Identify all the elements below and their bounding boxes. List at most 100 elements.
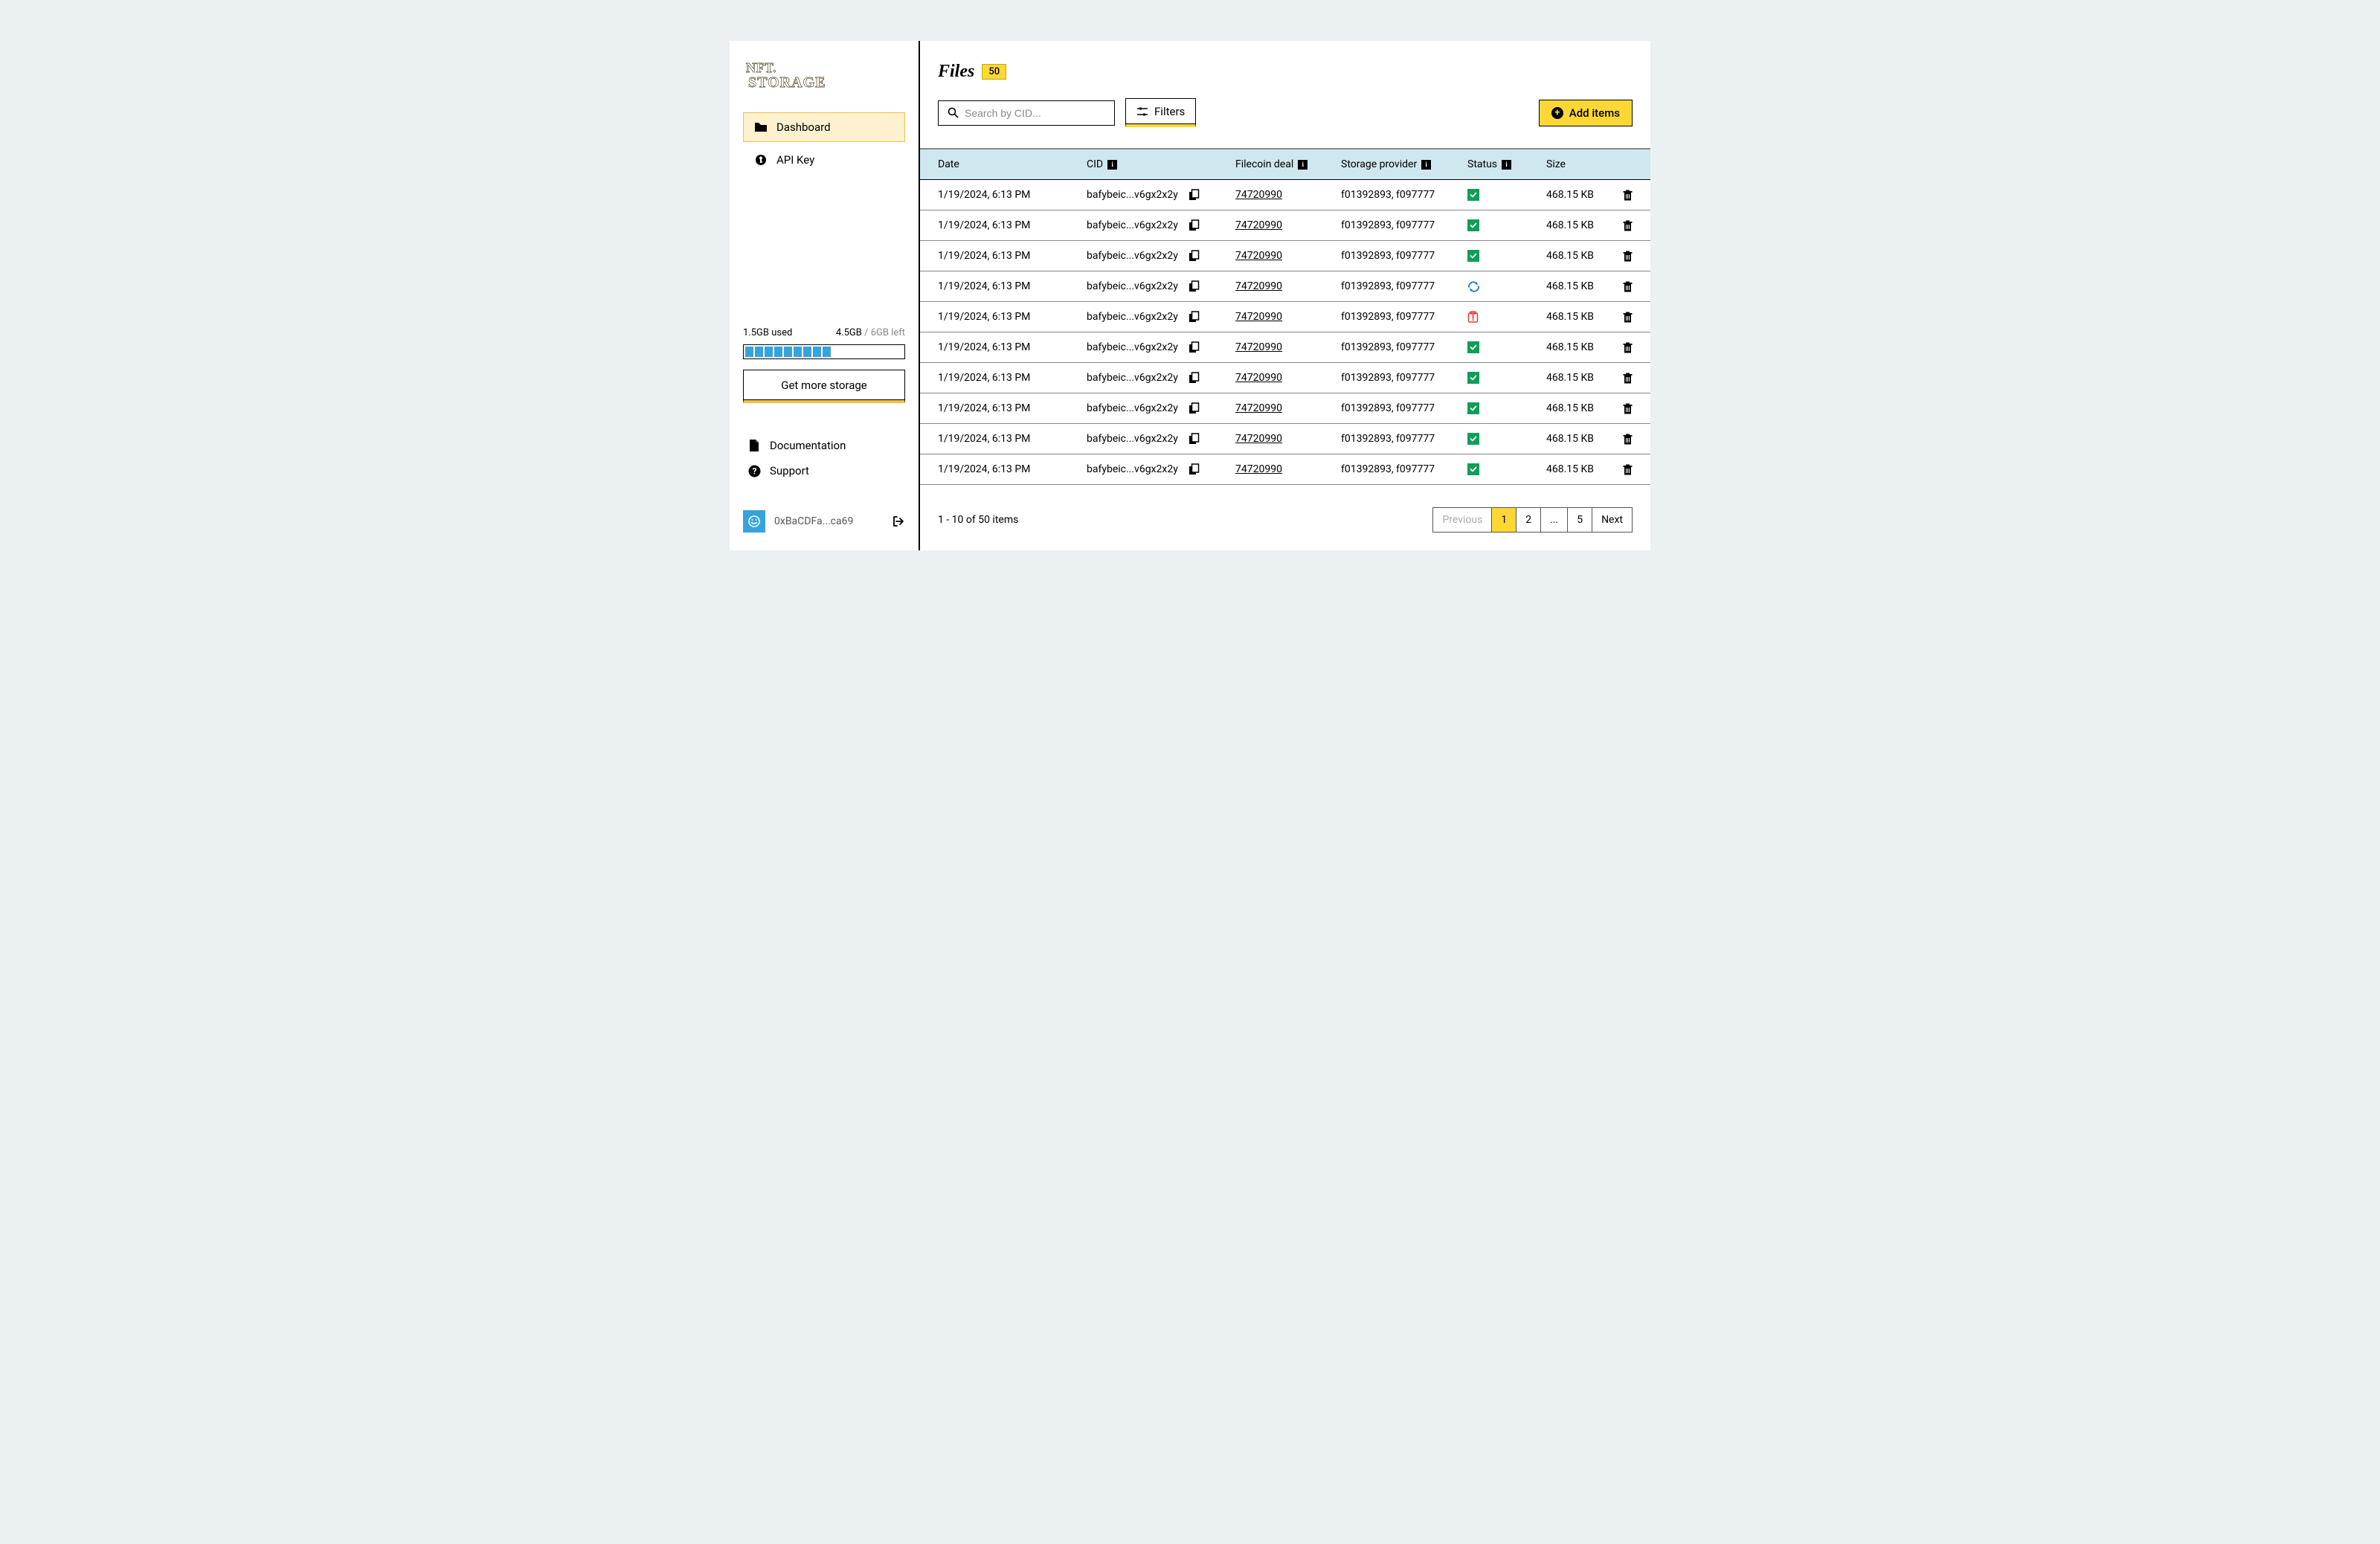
cell-deal: 74720990 <box>1235 463 1341 475</box>
search-input[interactable] <box>965 107 1105 119</box>
deal-link[interactable]: 74720990 <box>1235 219 1282 231</box>
table-row: 1/19/2024, 6:13 PMbafybeic...v6gx2x2y747… <box>920 363 1650 393</box>
util-link-documentation[interactable]: Documentation <box>743 433 905 458</box>
cell-size: 468.15 KB <box>1546 341 1618 353</box>
info-icon[interactable]: i <box>1107 160 1117 170</box>
logo: NFT. NFT. STORAGE STORAGE <box>746 59 846 91</box>
page-btn-1[interactable]: 1 <box>1492 508 1517 532</box>
copy-cid-button[interactable] <box>1189 280 1200 292</box>
info-icon[interactable]: i <box>1421 160 1431 170</box>
sidebar-item-dashboard[interactable]: Dashboard <box>743 112 905 142</box>
copy-cid-button[interactable] <box>1189 341 1200 353</box>
delete-row-button[interactable] <box>1623 251 1633 262</box>
delete-row-button[interactable] <box>1623 190 1633 201</box>
status-ok-icon <box>1467 341 1479 353</box>
cell-cid: bafybeic...v6gx2x2y <box>1087 219 1235 231</box>
copy-cid-button[interactable] <box>1189 250 1200 262</box>
deal-link[interactable]: 74720990 <box>1235 372 1282 384</box>
cell-provider: f01392893, f097777 <box>1341 250 1467 262</box>
cell-cid: bafybeic...v6gx2x2y <box>1087 463 1235 475</box>
plus-circle-icon: + <box>1551 107 1563 119</box>
delete-row-button[interactable] <box>1623 373 1633 384</box>
info-icon[interactable]: i <box>1502 160 1511 170</box>
cell-deal: 74720990 <box>1235 341 1341 353</box>
cell-cid: bafybeic...v6gx2x2y <box>1087 372 1235 384</box>
item-count-badge: 50 <box>982 64 1006 80</box>
cell-date: 1/19/2024, 6:13 PM <box>938 311 1087 323</box>
cell-size: 468.15 KB <box>1546 402 1618 414</box>
filters-button[interactable]: Filters <box>1125 98 1196 127</box>
cell-provider: f01392893, f097777 <box>1341 189 1467 201</box>
sidebar: NFT. NFT. STORAGE STORAGE Dashboard API K… <box>730 41 919 550</box>
page-btn-next[interactable]: Next <box>1592 508 1632 532</box>
cell-date: 1/19/2024, 6:13 PM <box>938 219 1087 231</box>
page-btn-...[interactable]: ... <box>1541 508 1568 532</box>
deal-link[interactable]: 74720990 <box>1235 311 1282 323</box>
delete-row-button[interactable] <box>1623 434 1633 445</box>
cell-size: 468.15 KB <box>1546 219 1618 231</box>
cell-provider: f01392893, f097777 <box>1341 280 1467 292</box>
cell-date: 1/19/2024, 6:13 PM <box>938 189 1087 201</box>
copy-cid-button[interactable] <box>1189 402 1200 414</box>
cell-date: 1/19/2024, 6:13 PM <box>938 280 1087 292</box>
copy-cid-button[interactable] <box>1189 189 1200 201</box>
storage-bar <box>743 344 905 359</box>
status-ok-icon <box>1467 463 1479 475</box>
deal-link[interactable]: 74720990 <box>1235 250 1282 262</box>
copy-cid-button[interactable] <box>1189 433 1200 445</box>
copy-cid-button[interactable] <box>1189 311 1200 323</box>
copy-cid-button[interactable] <box>1189 219 1200 231</box>
deal-link[interactable]: 74720990 <box>1235 463 1282 475</box>
table-row: 1/19/2024, 6:13 PMbafybeic...v6gx2x2y747… <box>920 332 1650 363</box>
deal-link[interactable]: 74720990 <box>1235 341 1282 353</box>
storage-segment <box>774 347 782 357</box>
cell-cid: bafybeic...v6gx2x2y <box>1087 189 1235 201</box>
table-header: Date CID i Filecoin deal i Storage provi… <box>920 149 1650 180</box>
page-btn-2[interactable]: 2 <box>1517 508 1541 532</box>
cell-deal: 74720990 <box>1235 280 1341 292</box>
storage-remaining: 4.5GB / 6GB left <box>836 327 905 338</box>
sidebar-item-api-key[interactable]: API Key <box>743 145 905 175</box>
delete-row-button[interactable] <box>1623 342 1633 353</box>
page-btn-5[interactable]: 5 <box>1568 508 1592 532</box>
copy-cid-button[interactable] <box>1189 463 1200 475</box>
sidebar-item-label: Dashboard <box>776 120 831 134</box>
table-row: 1/19/2024, 6:13 PMbafybeic...v6gx2x2y747… <box>920 424 1650 454</box>
search-box[interactable] <box>938 100 1115 126</box>
table-body: 1/19/2024, 6:13 PMbafybeic...v6gx2x2y747… <box>920 180 1650 485</box>
storage-segment <box>803 347 811 357</box>
table-row: 1/19/2024, 6:13 PMbafybeic...v6gx2x2y747… <box>920 393 1650 424</box>
status-ok-icon <box>1467 402 1479 414</box>
logout-button[interactable] <box>892 515 905 528</box>
delete-row-button[interactable] <box>1623 403 1633 414</box>
deal-link[interactable]: 74720990 <box>1235 433 1282 445</box>
delete-row-button[interactable] <box>1623 220 1633 231</box>
delete-row-button[interactable] <box>1623 464 1633 475</box>
deal-link[interactable]: 74720990 <box>1235 280 1282 292</box>
util-link-support[interactable]: ? Support <box>743 458 905 483</box>
delete-row-button[interactable] <box>1623 312 1633 323</box>
utility-links: Documentation? Support <box>743 433 905 483</box>
add-items-button[interactable]: + Add items <box>1539 100 1633 126</box>
table-row: 1/19/2024, 6:13 PMbafybeic...v6gx2x2y747… <box>920 271 1650 302</box>
storage-segment <box>823 347 831 357</box>
deal-link[interactable]: 74720990 <box>1235 402 1282 414</box>
cell-cid: bafybeic...v6gx2x2y <box>1087 341 1235 353</box>
util-link-label: Support <box>770 464 809 477</box>
storage-segment <box>765 347 773 357</box>
cell-cid: bafybeic...v6gx2x2y <box>1087 250 1235 262</box>
files-table: Date CID i Filecoin deal i Storage provi… <box>920 148 1650 485</box>
deal-link[interactable]: 74720990 <box>1235 189 1282 201</box>
storage-segment <box>794 347 802 357</box>
delete-row-button[interactable] <box>1623 281 1633 292</box>
storage-segment <box>813 347 821 357</box>
status-ok-icon <box>1467 250 1479 262</box>
cell-cid: bafybeic...v6gx2x2y <box>1087 402 1235 414</box>
info-icon[interactable]: i <box>1298 160 1308 170</box>
get-more-storage-button[interactable]: Get more storage <box>743 370 905 403</box>
copy-cid-button[interactable] <box>1189 372 1200 384</box>
cell-deal: 74720990 <box>1235 189 1341 201</box>
cell-size: 468.15 KB <box>1546 250 1618 262</box>
help-icon: ? <box>747 464 761 477</box>
cell-date: 1/19/2024, 6:13 PM <box>938 372 1087 384</box>
